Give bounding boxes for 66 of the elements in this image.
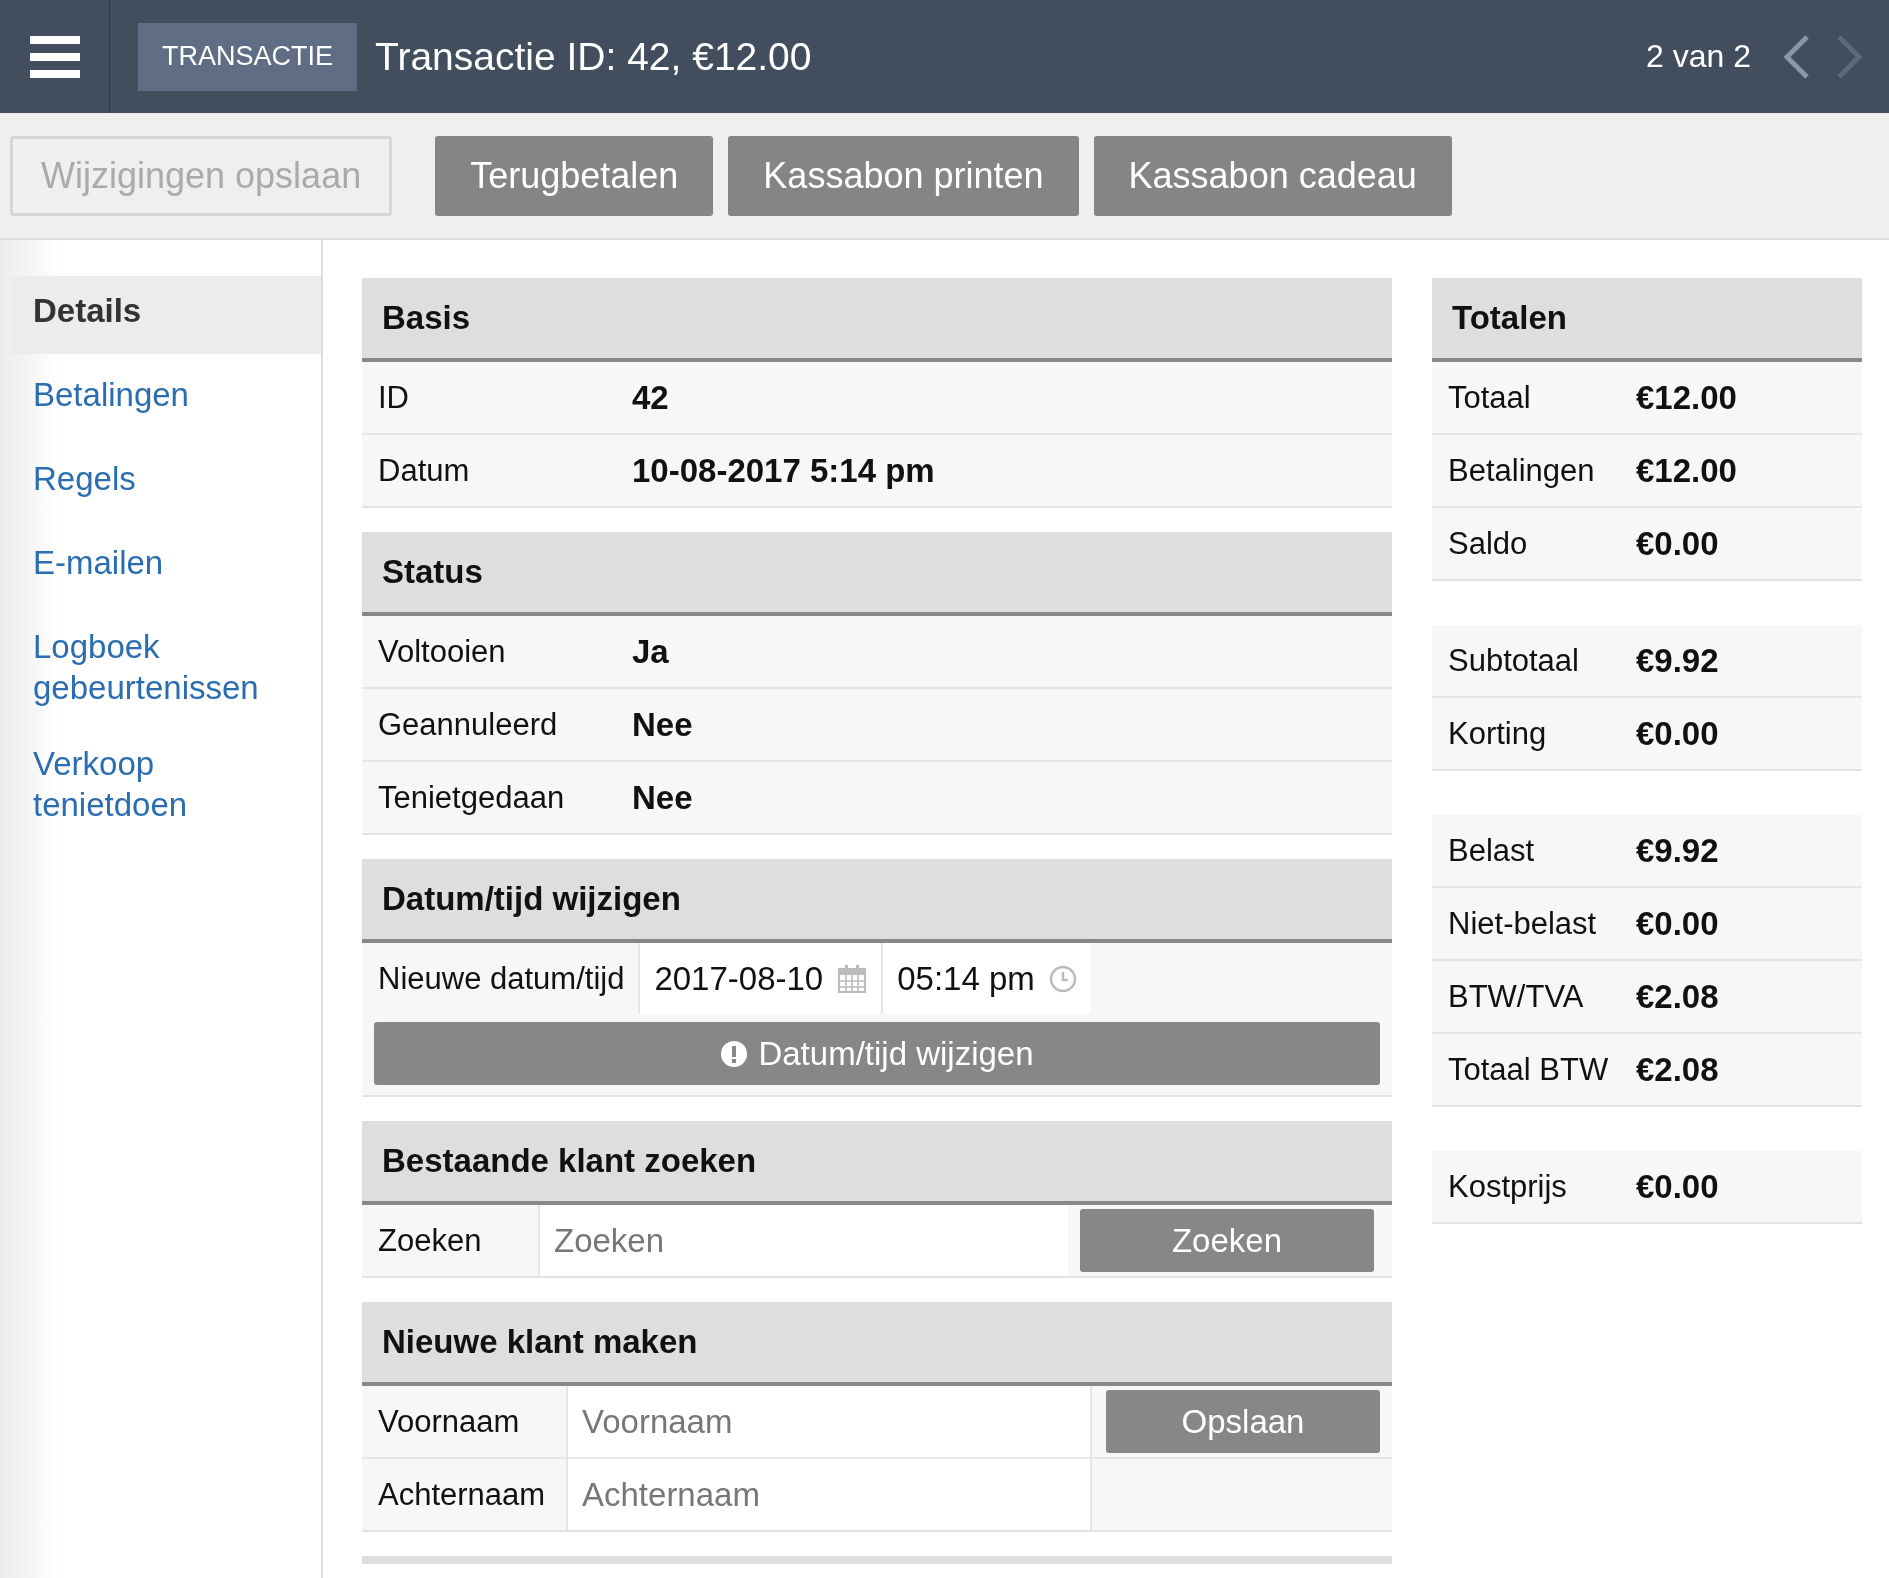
total-value: €0.00 [1636,904,1719,943]
next-icon[interactable] [1835,33,1865,80]
total-value: €12.00 [1636,451,1737,490]
field-value: Nee [632,778,693,817]
exclamation-icon [720,1039,749,1068]
field-label: Achternaam [377,1475,547,1514]
field-label: ID [377,379,410,416]
page-counter: 2 van 2 [1646,38,1751,75]
search-field[interactable]: Zoeken [538,1205,1068,1276]
calendar-icon [837,963,868,994]
field-value: Nee [632,705,693,744]
input-field[interactable]: Voornaam [566,1386,1092,1457]
input-field[interactable]: Achternaam [566,1459,1092,1530]
sidebar-item[interactable]: Regels [10,444,321,522]
total-value: €0.00 [1636,524,1719,563]
change-datetime-button[interactable]: Datum/tijd wijzigen [374,1022,1380,1085]
section-header: Nieuwe klant maken [362,1302,1392,1386]
total-value: €2.08 [1636,1050,1719,1089]
field-label: Tenietgedaan [377,779,566,816]
total-value: €2.08 [1636,977,1719,1016]
sidebar-item[interactable]: Betalingen [10,360,321,438]
sidebar-item[interactable]: Logboek gebeurtenissen [10,612,321,723]
sidebar-item[interactable]: Details [10,276,321,354]
date-field[interactable]: 2017-08-10 [638,943,882,1014]
field-value: Ja [632,632,669,671]
toolbar-button[interactable]: Kassabon cadeau [1093,135,1452,216]
section-header: Datum/tijd wijzigen [362,859,1392,943]
total-value: €9.92 [1636,641,1719,680]
sidebar-item[interactable]: Verkoop tenietdoen [10,728,321,839]
total-label: Saldo [1447,525,1529,562]
total-label: Subtotaal [1447,642,1580,679]
time-field[interactable]: 05:14 pm [881,943,1091,1014]
toolbar-button[interactable]: Terugbetalen [435,135,714,216]
total-value: €0.00 [1636,1167,1719,1206]
menu-icon[interactable] [29,35,80,78]
field-label: Nieuwe datum/tijd [377,960,626,997]
total-value: €12.00 [1636,378,1737,417]
total-label: Totaal BTW [1447,1051,1610,1088]
previous-icon[interactable] [1781,33,1811,80]
total-label: Niet-belast [1447,905,1598,942]
field-label: Voornaam [377,1402,521,1441]
section-badge: TRANSACTIE [138,22,358,91]
save-button[interactable]: Opslaan [1106,1390,1380,1453]
total-value: €0.00 [1636,714,1719,753]
total-label: Betalingen [1447,452,1596,489]
clock-icon [1048,964,1077,993]
total-label: Belast [1447,832,1536,869]
page-title: Transactie ID: 42, €12.00 [375,34,813,79]
field-label: Zoeken [377,1222,483,1259]
total-label: BTW/TVA [1447,978,1585,1015]
toolbar-button[interactable]: Kassabon printen [728,135,1079,216]
total-label: Totaal [1447,379,1532,416]
section-header: Status [362,532,1392,616]
field-value: 42 [632,378,669,417]
total-label: Korting [1447,715,1548,752]
field-label: Datum [377,452,471,489]
section-header: Bestaande klant zoeken [362,1121,1392,1205]
total-label: Kostprijs [1447,1168,1568,1205]
field-label: Voltooien [377,633,507,670]
sidebar-item[interactable]: E-mailen [10,528,321,606]
section-header: Basis [362,278,1392,362]
search-button[interactable]: Zoeken [1080,1209,1374,1272]
field-label: Geannuleerd [377,706,559,743]
section-header: Totalen [1432,278,1862,362]
field-value: 10-08-2017 5:14 pm [632,451,935,490]
total-value: €9.92 [1636,831,1719,870]
